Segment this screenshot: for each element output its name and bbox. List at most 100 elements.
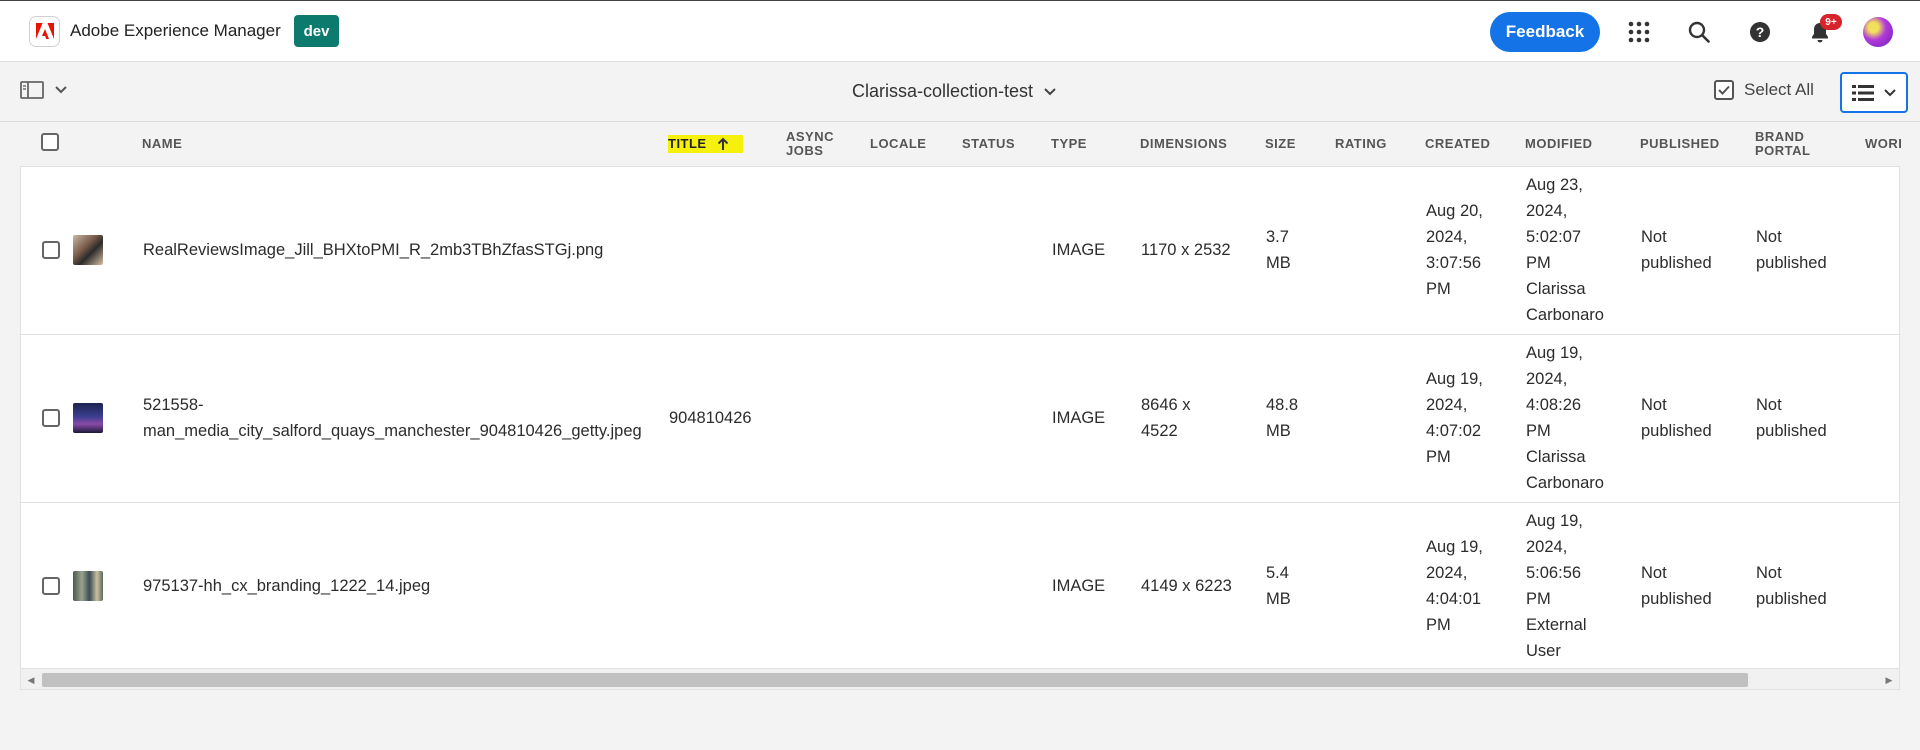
assets-list-table: NAME TITLE ASYNC JOBS LOCALE STATUS TYPE…	[20, 122, 1902, 669]
created-line: 2024,	[1426, 228, 1468, 246]
asset-size-value: 5.4	[1266, 564, 1289, 582]
asset-size: 3.7 MB	[1266, 224, 1291, 276]
asset-created: Aug 19, 2024, 4:04:01 PM	[1426, 534, 1483, 638]
asset-type: IMAGE	[1052, 409, 1106, 427]
published-line: published	[1641, 590, 1712, 608]
column-header-created[interactable]: CREATED	[1425, 122, 1490, 166]
asset-modified: Aug 19, 2024, 5:06:56 PM External User	[1526, 508, 1587, 664]
table-row[interactable]: 521558- man_media_city_salford_quays_man…	[21, 335, 1899, 503]
table-row[interactable]: RealReviewsImage_Jill_BHXtoPMI_R_2mb3TBh…	[21, 167, 1899, 335]
published-line: published	[1641, 254, 1712, 272]
asset-size-value: 48.8	[1266, 396, 1299, 414]
rail-toggle-button[interactable]	[20, 80, 68, 100]
column-header-name[interactable]: NAME	[142, 122, 182, 166]
column-header-locale[interactable]: LOCALE	[870, 122, 926, 166]
modified-line: Aug 19,	[1526, 512, 1583, 530]
app-grid-icon[interactable]	[1625, 18, 1653, 46]
column-header-published[interactable]: PUBLISHED	[1640, 122, 1720, 166]
modified-line: Carbonaro	[1526, 306, 1604, 324]
published-line: Not	[1641, 228, 1667, 246]
checkbox-icon	[1714, 80, 1734, 100]
asset-modified: Aug 19, 2024, 4:08:26 PM Clarissa Carbon…	[1526, 340, 1604, 496]
asset-thumbnail[interactable]	[73, 403, 103, 433]
modified-line: Aug 19,	[1526, 344, 1583, 362]
brand-portal-line: Not	[1756, 564, 1782, 582]
chevron-down-icon	[1884, 88, 1896, 96]
published-line: Not	[1641, 564, 1667, 582]
column-header-type[interactable]: TYPE	[1051, 122, 1087, 166]
asset-name[interactable]: RealReviewsImage_Jill_BHXtoPMI_R_2mb3TBh…	[143, 237, 603, 263]
column-header-size[interactable]: SIZE	[1265, 122, 1296, 166]
modified-line: PM	[1526, 254, 1551, 272]
asset-brand-portal: Not published	[1756, 560, 1827, 612]
created-line: 4:07:02	[1426, 422, 1482, 440]
created-line: 2024,	[1426, 564, 1468, 582]
app-title[interactable]: Adobe Experience Manager	[70, 21, 281, 41]
asset-name[interactable]: 975137-hh_cx_branding_1222_14.jpeg	[143, 573, 430, 599]
brand-portal-line: Not	[1756, 396, 1782, 414]
asset-name[interactable]: 521558- man_media_city_salford_quays_man…	[143, 392, 642, 444]
asset-created: Aug 20, 2024, 3:07:56 PM	[1426, 198, 1483, 302]
view-switcher-button[interactable]	[1840, 72, 1908, 113]
select-all-button[interactable]: Select All	[1714, 80, 1814, 100]
column-header-title[interactable]: TITLE	[668, 122, 743, 166]
svg-text:?: ?	[1756, 24, 1765, 40]
modified-line: 5:02:07	[1526, 228, 1582, 246]
asset-published: Not published	[1641, 392, 1712, 444]
notifications-bell-icon[interactable]: 9+	[1806, 14, 1842, 46]
column-header-workflow[interactable]: WORI	[1865, 122, 1902, 166]
column-header-async-jobs[interactable]: ASYNC JOBS	[786, 122, 834, 166]
created-line: Aug 19,	[1426, 538, 1483, 556]
scroll-right-arrow-icon[interactable]: ▶	[1882, 673, 1896, 687]
brand-portal-line: published	[1756, 590, 1827, 608]
horizontal-scrollbar[interactable]: ◀ ▶	[20, 668, 1900, 690]
created-line: Aug 20,	[1426, 202, 1483, 220]
asset-dimensions-line: 8646 x	[1141, 396, 1191, 414]
column-header-brand-portal[interactable]: BRAND PORTAL	[1755, 122, 1810, 166]
row-checkbox[interactable]	[42, 409, 60, 427]
asset-brand-portal: Not published	[1756, 392, 1827, 444]
asset-thumbnail[interactable]	[73, 571, 103, 601]
notification-count-badge: 9+	[1820, 14, 1842, 30]
column-header-title-label: TITLE	[668, 136, 707, 151]
column-header-brand-portal-line1: BRAND	[1755, 129, 1805, 144]
modified-line: Carbonaro	[1526, 474, 1604, 492]
list-view-icon	[1852, 84, 1874, 101]
row-checkbox[interactable]	[42, 577, 60, 595]
search-icon[interactable]	[1685, 18, 1713, 46]
feedback-button[interactable]: Feedback	[1490, 12, 1600, 52]
user-avatar[interactable]	[1863, 17, 1893, 47]
table-header: NAME TITLE ASYNC JOBS LOCALE STATUS TYPE…	[20, 122, 1902, 166]
asset-dimensions: 1170 x 2532	[1141, 241, 1231, 259]
collection-title-dropdown[interactable]: Clarissa-collection-test	[852, 81, 1057, 102]
created-line: Aug 19,	[1426, 370, 1483, 388]
column-header-status[interactable]: STATUS	[962, 122, 1015, 166]
scroll-left-arrow-icon[interactable]: ◀	[24, 673, 38, 687]
column-header-rating[interactable]: RATING	[1335, 122, 1387, 166]
asset-thumbnail[interactable]	[73, 235, 103, 265]
column-header-dimensions[interactable]: DIMENSIONS	[1140, 122, 1227, 166]
row-checkbox[interactable]	[42, 241, 60, 259]
created-line: PM	[1426, 448, 1451, 466]
column-header-async-jobs-line1: ASYNC	[786, 129, 835, 144]
asset-type: IMAGE	[1052, 241, 1106, 259]
brand-portal-line: published	[1756, 254, 1827, 272]
scrollbar-thumb[interactable]	[42, 673, 1748, 687]
table-row[interactable]: 975137-hh_cx_branding_1222_14.jpeg IMAGE…	[21, 503, 1899, 668]
column-header-modified[interactable]: MODIFIED	[1525, 122, 1593, 166]
asset-published: Not published	[1641, 224, 1712, 276]
modified-line: Clarissa	[1526, 280, 1586, 298]
brand-portal-line: published	[1756, 422, 1827, 440]
modified-line: Clarissa	[1526, 448, 1586, 466]
asset-size-value: 3.7	[1266, 228, 1289, 246]
select-all-rows-checkbox[interactable]	[41, 133, 59, 151]
help-icon[interactable]: ?	[1746, 18, 1774, 46]
modified-line: Aug 23,	[1526, 176, 1583, 194]
select-all-label: Select All	[1744, 80, 1814, 99]
created-line: 4:04:01	[1426, 590, 1482, 608]
created-line: PM	[1426, 280, 1451, 298]
asset-size-unit: MB	[1266, 590, 1291, 608]
adobe-logo-icon[interactable]	[29, 16, 60, 47]
modified-line: 5:06:56	[1526, 564, 1582, 582]
asset-created: Aug 19, 2024, 4:07:02 PM	[1426, 366, 1483, 470]
